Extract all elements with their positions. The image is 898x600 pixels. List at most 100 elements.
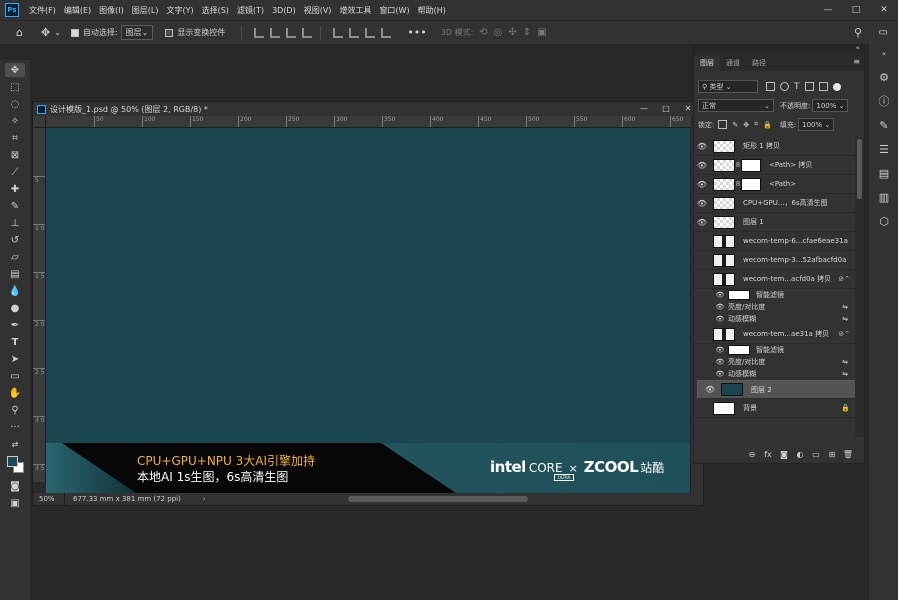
show-transform-checkbox[interactable]: 显示变换控件 [165, 27, 225, 38]
filter-type-icon[interactable]: T [794, 82, 800, 92]
gradient-tool-icon[interactable]: ▤ [5, 267, 25, 281]
menu-select[interactable]: 选择(S) [198, 5, 233, 16]
blur-tool-icon[interactable]: 💧 [5, 284, 25, 298]
distribute-vertical-icon[interactable] [381, 27, 392, 38]
3d-scale-icon[interactable]: ▣ [537, 27, 546, 38]
zoom-tool-icon[interactable]: ⚲ [5, 403, 25, 417]
filter-row[interactable]: 👁 亮度/对比度 ⇋ [694, 356, 856, 368]
new-layer-icon[interactable]: ⊞ [824, 450, 840, 459]
lasso-tool-icon[interactable]: ◌ [5, 97, 25, 111]
auto-select-checkbox[interactable]: 自动选择: [70, 27, 118, 38]
close-button[interactable]: ✕ [870, 0, 898, 20]
align-center-icon[interactable] [270, 27, 281, 38]
document-tab[interactable]: 设计模版_1.psd @ 50% (图层 2, RGB/8) * — □ ✕ [33, 102, 703, 116]
adjustments-icon[interactable]: ☰ [876, 142, 892, 158]
smart-filter-row[interactable]: 👁 智能滤镜 [694, 289, 856, 301]
layer-row[interactable]: 👁 图层 1 [694, 213, 856, 232]
smart-filter-row[interactable]: 👁 智能滤镜 [694, 344, 856, 356]
visibility-eye-icon[interactable]: 👁 [712, 370, 728, 378]
properties-icon[interactable]: ▥ [876, 190, 892, 206]
quick-mask-icon[interactable]: ◙ [5, 479, 25, 493]
layer-row[interactable]: 👁 矩形 1 拷贝 [694, 137, 856, 156]
filter-type-dropdown[interactable]: ⚲ 类型 ⌄ [698, 80, 758, 93]
collapse-icon[interactable]: « [876, 46, 892, 62]
brush-tool-icon[interactable]: ✎ [5, 199, 25, 213]
visibility-eye-icon[interactable]: 👁 [712, 358, 728, 366]
layer-row[interactable]: 👁 CPU+GPU...，6s高清生图 [694, 194, 856, 213]
minimize-button[interactable]: — [814, 0, 842, 20]
menu-help[interactable]: 帮助(H) [414, 5, 450, 16]
layer-mask-thumbnail[interactable] [741, 158, 761, 172]
auto-select-dropdown[interactable]: 图层 ⌄ [120, 25, 154, 40]
eraser-tool-icon[interactable]: ▱ [5, 250, 25, 264]
screen-mode-icon[interactable]: ▣ [5, 496, 25, 510]
visibility-eye-icon[interactable]: 👁 [694, 218, 710, 227]
doc-maximize-button[interactable]: □ [655, 102, 677, 116]
tab-paths[interactable]: 路径 [746, 56, 772, 71]
align-top-icon[interactable] [333, 27, 344, 38]
visibility-eye-icon[interactable]: 👁 [702, 385, 718, 394]
path-selection-tool-icon[interactable]: ➤ [5, 352, 25, 366]
menu-edit[interactable]: 编辑(E) [60, 5, 95, 16]
layer-row[interactable]: 👁 8 <Path> 拷贝 [694, 156, 856, 175]
3d-roll-icon[interactable]: ◎ [494, 27, 503, 38]
filter-row[interactable]: 👁 动感模糊 ⇋ [694, 313, 856, 325]
menu-layer[interactable]: 图层(L) [128, 5, 163, 16]
visibility-eye-icon[interactable]: 👁 [712, 291, 728, 299]
filter-options-icon[interactable]: ⇋ [842, 303, 848, 311]
visibility-eye-icon[interactable]: 👁 [712, 303, 728, 311]
dodge-tool-icon[interactable]: ● [5, 301, 25, 315]
menu-view[interactable]: 视图(V) [300, 5, 336, 16]
healing-brush-tool-icon[interactable]: ✚ [5, 182, 25, 196]
visibility-eye-icon[interactable]: 👁 [712, 315, 728, 323]
move-tool-icon[interactable]: ✥ [5, 63, 25, 77]
align-bottom-icon[interactable] [365, 27, 376, 38]
align-left-icon[interactable] [254, 27, 265, 38]
layer-row-selected[interactable]: 👁 图层 2 [697, 380, 856, 399]
horizontal-scrollbar[interactable] [348, 496, 528, 502]
type-tool-icon[interactable]: T [5, 335, 25, 349]
filter-pixel-icon[interactable] [766, 82, 775, 91]
status-menu-arrow[interactable]: › [203, 495, 206, 503]
filter-mask-thumbnail[interactable] [728, 345, 750, 355]
link-layers-icon[interactable]: ⊖ [744, 450, 760, 459]
visibility-eye-icon[interactable]: 👁 [694, 199, 710, 208]
new-group-icon[interactable]: ▭ [808, 450, 824, 459]
layer-row[interactable]: 👁 8 <Path> [694, 175, 856, 194]
filter-row[interactable]: 👁 动感模糊 ⇋ [694, 368, 856, 380]
brush-settings-icon[interactable]: ✎ [876, 118, 892, 134]
doc-minimize-button[interactable]: — [633, 102, 655, 116]
tab-channels[interactable]: 通道 [720, 56, 746, 71]
lock-all-icon[interactable]: 🔒 [763, 121, 772, 129]
collapse-icon[interactable]: « [856, 44, 860, 52]
hand-tool-icon[interactable]: ✋ [5, 386, 25, 400]
filter-adjustment-icon[interactable] [780, 82, 789, 91]
pen-tool-icon[interactable]: ✒ [5, 318, 25, 332]
magic-wand-tool-icon[interactable]: ✧ [5, 114, 25, 128]
crop-tool-icon[interactable]: ⌗ [5, 131, 25, 145]
canvas[interactable]: CPU+GPU+NPU 3大AI引擎加持 本地AI 1s生图，6s高清生图 in… [46, 128, 691, 493]
layer-row[interactable]: 背景 🔒 [694, 399, 856, 418]
adjustment-layer-icon[interactable]: ◐ [792, 450, 808, 459]
vertical-ruler[interactable]: 5 1 0 1 5 2 0 2 5 3 0 3 5 [33, 128, 46, 482]
lock-paint-icon[interactable]: ✎ [732, 121, 738, 129]
maximize-button[interactable]: □ [842, 0, 870, 20]
zoom-level[interactable]: 50% [33, 493, 65, 505]
layers-scrollbar[interactable] [855, 137, 864, 437]
more-tools-icon[interactable]: ··· [5, 420, 25, 434]
3d-icon[interactable]: ⬡ [876, 214, 892, 230]
align-middle-icon[interactable] [349, 27, 360, 38]
chevron-down-icon[interactable]: ⌄ [54, 28, 61, 37]
3d-orbit-icon[interactable]: ⟲ [479, 27, 487, 38]
horizontal-ruler[interactable]: 50 100 150 200 250 300 350 400 450 500 5… [46, 116, 691, 128]
visibility-eye-icon[interactable]: 👁 [694, 161, 710, 170]
menu-window[interactable]: 窗口(W) [375, 5, 413, 16]
search-icon[interactable]: ⚲ [854, 26, 862, 39]
learn-icon[interactable]: ⚙ [876, 70, 892, 86]
move-tool-icon[interactable]: ✥ [41, 26, 50, 39]
menu-image[interactable]: 图像(I) [95, 5, 128, 16]
lock-position-icon[interactable]: ✥ [743, 121, 749, 129]
rectangle-tool-icon[interactable]: ▭ [5, 369, 25, 383]
visibility-eye-icon[interactable]: 👁 [712, 346, 728, 354]
swap-colors-icon[interactable]: ⇄ [5, 437, 25, 451]
